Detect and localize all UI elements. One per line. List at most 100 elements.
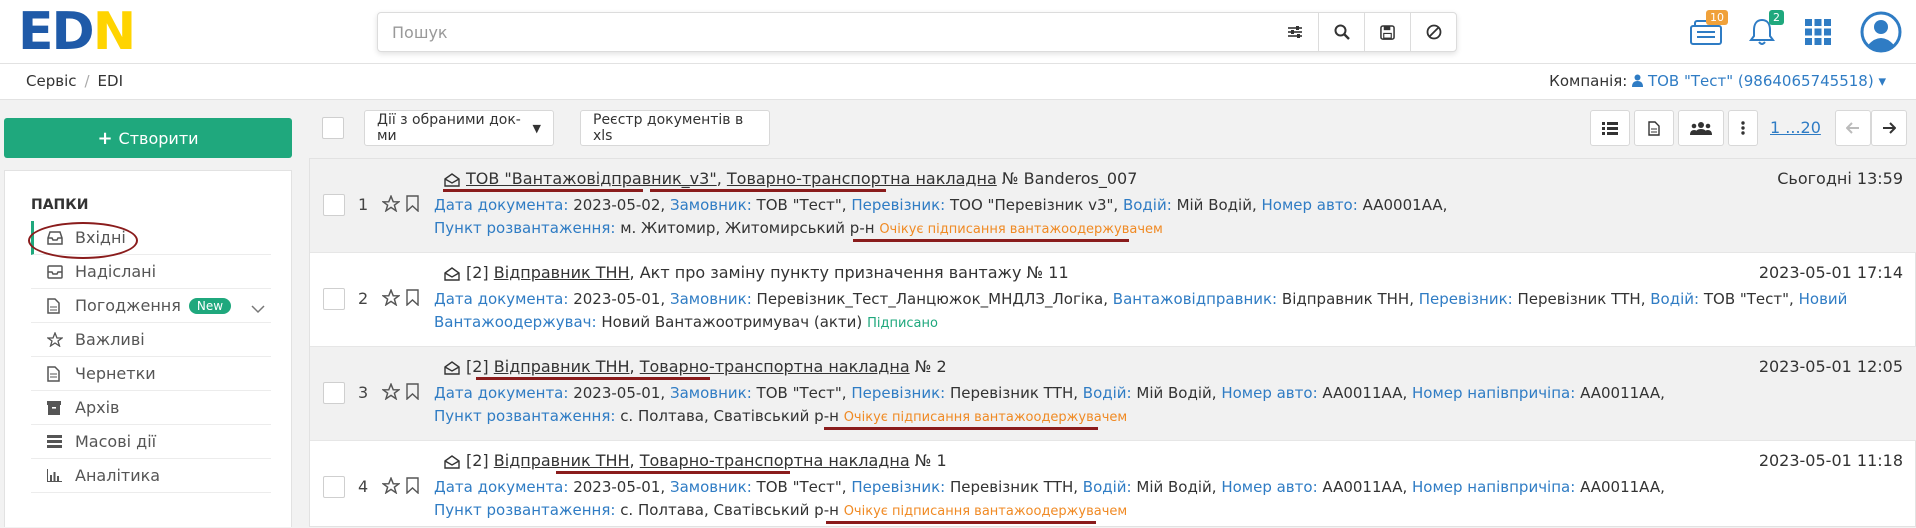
document-title[interactable]: [2] Відправник ТНН, Товарно-транспортна … [444, 357, 947, 379]
document-type-link[interactable]: Товарно-транспортна накладна [640, 451, 910, 470]
group-view-button[interactable] [1678, 110, 1724, 146]
list-view-button[interactable] [1590, 110, 1630, 146]
user-icon [1632, 74, 1644, 87]
search-button[interactable] [1318, 13, 1364, 51]
row-number: 1 [358, 195, 369, 214]
apps-menu-button[interactable] [1790, 0, 1846, 64]
inbox-button[interactable]: 10 [1678, 0, 1734, 64]
document-view-button[interactable] [1634, 110, 1674, 146]
table-row[interactable]: 2 [2] Відправник ТНН, Акт про заміну пун… [310, 253, 1916, 347]
archive-icon [47, 400, 65, 415]
top-header: E D N 10 2 [0, 0, 1916, 64]
table-row[interactable]: 1 ТОВ "Вантажовідправник_v3", Товарно-тр… [310, 159, 1916, 253]
document-title[interactable]: [2] Відправник ТНН, Акт про заміну пункт… [444, 263, 1069, 285]
bookmark-icon[interactable] [406, 383, 419, 404]
star-icon[interactable] [380, 476, 402, 498]
row-checkbox[interactable] [323, 194, 345, 216]
more-options-button[interactable] [1728, 110, 1758, 146]
document-title[interactable]: ТОВ "Вантажовідправник_v3", Товарно-тран… [444, 169, 1137, 191]
next-page-button[interactable] [1871, 110, 1907, 146]
notifications-button[interactable]: 2 [1734, 0, 1790, 64]
sidebar-item-label: Архів [75, 398, 120, 417]
detail-value: ТОВ "Тест", [756, 196, 847, 214]
sender-link[interactable]: Відправник ТНН [494, 451, 630, 470]
detail-label: Дата документа: [434, 196, 569, 214]
notifications-count-badge: 2 [1769, 10, 1784, 25]
sender-link[interactable]: ТОВ "Вантажовідправник_v3" [466, 169, 717, 188]
sidebar-item-sent[interactable]: Надіслані [31, 255, 271, 289]
row-checkbox[interactable] [323, 382, 345, 404]
status-badge: Очікує підписання вантажоодержувачем [879, 222, 1163, 237]
logo-letter-n: N [92, 2, 137, 62]
detail-value: 2023-05-01, [573, 290, 666, 308]
document-details: Дата документа: 2023-05-01, Замовник: Пе… [434, 290, 1847, 308]
status-badge: Очікує підписання вантажоодержувачем [843, 410, 1128, 425]
row-number: 3 [358, 383, 369, 402]
sidebar-item-analytics[interactable]: Аналітика [31, 459, 271, 493]
document-type-link[interactable]: Товарно-транспортна накладна [640, 357, 910, 376]
create-button[interactable]: + Створити [4, 118, 292, 158]
detail-value: ТОВ "Тест", [1703, 290, 1794, 308]
ban-icon [1426, 24, 1441, 40]
save-search-button[interactable] [1364, 13, 1410, 51]
row-checkbox[interactable] [323, 288, 345, 310]
sidebar-item-label: Важливі [75, 330, 145, 349]
detail-value: ТОВ "Тест", [756, 478, 847, 496]
search-input[interactable] [378, 13, 1272, 51]
user-profile-button[interactable] [1846, 0, 1916, 64]
pagination-range[interactable]: 1 ...20 [1770, 118, 1821, 137]
grid-icon [1805, 19, 1831, 45]
document-number: № Banderos_007 [1001, 169, 1138, 188]
document-number: № 2 [914, 357, 947, 376]
sliders-icon [1288, 26, 1302, 38]
select-all-checkbox[interactable] [322, 117, 344, 139]
title-separator: , [716, 169, 722, 188]
document-details-line2: Пункт розвантаження: с. Полтава, Сватівс… [434, 407, 1127, 425]
bookmark-icon[interactable] [406, 289, 419, 310]
detail-label: Пункт розвантаження: [434, 219, 616, 237]
company-dropdown[interactable]: ТОВ "Тест" (9864065745518) ▾ [1632, 72, 1886, 90]
save-icon [1380, 24, 1395, 40]
edin-logo[interactable]: E D N [18, 2, 136, 62]
detail-label: Вантажовідправник: [1112, 290, 1278, 308]
star-icon[interactable] [380, 194, 402, 216]
breadcrumb: Сервіс / EDI [26, 72, 123, 90]
sidebar-item-archive[interactable]: Архів [31, 391, 271, 425]
detail-value: м. Житомир, Житомирський р-н [620, 219, 875, 237]
filter-settings-button[interactable] [1272, 13, 1318, 51]
row-checkbox[interactable] [323, 476, 345, 498]
new-badge: New [188, 297, 232, 314]
detail-label: Номер авто: [1221, 384, 1318, 402]
clear-search-button[interactable] [1410, 13, 1456, 51]
title-separator: , [629, 263, 635, 282]
previous-page-button[interactable] [1835, 110, 1871, 146]
users-icon [1690, 122, 1712, 135]
detail-value: Перевізник ТТН, [950, 384, 1079, 402]
breadcrumb-service-link[interactable]: Сервіс [26, 72, 76, 90]
chevron-down-icon[interactable] [251, 299, 265, 318]
detail-label: Водій: [1122, 196, 1172, 214]
underline-annotation [826, 521, 1096, 524]
detail-value: Перевізник ТТН, [950, 478, 1079, 496]
detail-label: Новий [1798, 290, 1848, 308]
document-type-link[interactable]: Товарно-транспортна накладна [727, 169, 997, 188]
table-row[interactable]: 3 [2] Відправник ТНН, Товарно-транспортн… [310, 347, 1916, 441]
sidebar-item-drafts[interactable]: Чернетки [31, 357, 271, 391]
export-xls-button[interactable]: Реєстр документів в xls [580, 110, 770, 146]
sender-link[interactable]: Відправник ТНН [494, 357, 630, 376]
sidebar-item-label: Погодження [75, 296, 181, 315]
document-title[interactable]: [2] Відправник ТНН, Товарно-транспортна … [444, 451, 947, 473]
bookmark-icon[interactable] [406, 195, 419, 216]
sidebar-item-approvals[interactable]: Погодження New [31, 289, 271, 323]
detail-label: Пункт розвантаження: [434, 501, 616, 519]
bulk-actions-dropdown[interactable]: Дії з обраними док-ми ▼ [364, 110, 554, 146]
bookmark-icon[interactable] [406, 477, 419, 498]
sender-link[interactable]: Відправник ТНН [494, 263, 630, 282]
breadcrumb-bar: Сервіс / EDI Компанія: ТОВ "Тест" (9864065… [0, 64, 1916, 100]
document-details-line2: Вантажоодержувач: Новий Вантажоотримувач… [434, 313, 938, 331]
star-icon[interactable] [380, 288, 402, 310]
sidebar-item-important[interactable]: Важливі [31, 323, 271, 357]
sidebar-item-bulk-actions[interactable]: Масові дії [31, 425, 271, 459]
table-row[interactable]: 4 [2] Відправник ТНН, Товарно-транспортн… [310, 441, 1916, 528]
star-icon[interactable] [380, 382, 402, 404]
